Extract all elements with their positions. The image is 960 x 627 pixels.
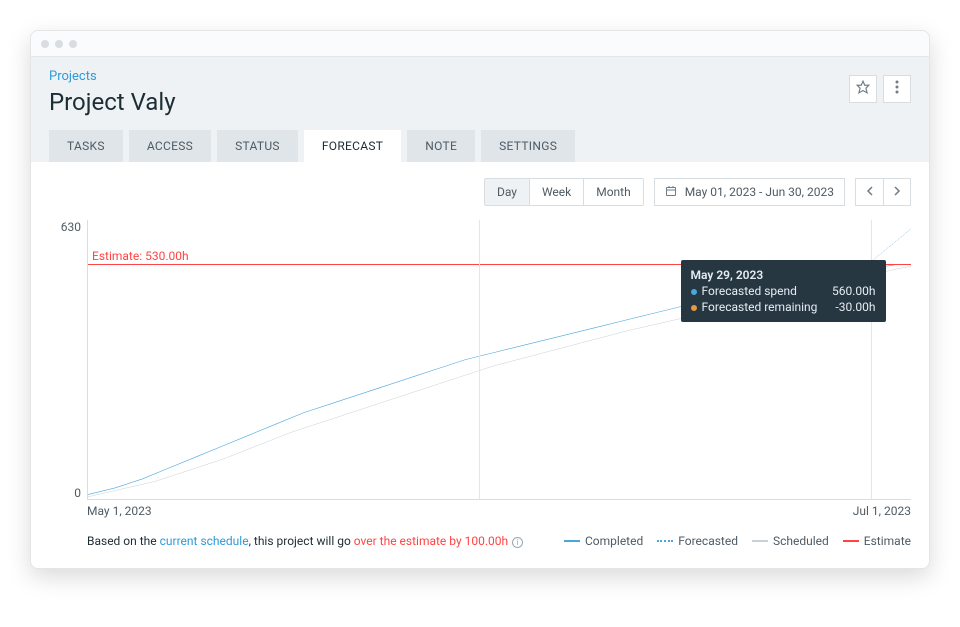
granularity-week[interactable]: Week (530, 179, 584, 205)
current-schedule-link[interactable]: current schedule (160, 534, 249, 548)
page-header: Projects Project Valy (31, 57, 929, 130)
prev-range-button[interactable] (855, 178, 883, 206)
tooltip-row-value: -30.00h (835, 300, 875, 314)
estimate-label: Estimate: 530.00h (92, 249, 189, 265)
tooltip-dot-icon (691, 289, 697, 295)
date-range-label: May 01, 2023 - Jun 30, 2023 (685, 185, 834, 199)
chart-legend: Completed Forecasted Scheduled Estimate (564, 534, 911, 548)
tooltip-row-label: Forecasted remaining (702, 300, 818, 314)
app-window: Projects Project Valy TASKS ACCESS STATU… (30, 30, 930, 569)
chart-center-gridline (479, 220, 480, 499)
chart-footer: Based on the current schedule, this proj… (87, 534, 911, 548)
tab-settings[interactable]: SETTINGS (481, 130, 575, 162)
info-icon[interactable]: i (512, 537, 523, 548)
tab-tasks[interactable]: TASKS (49, 130, 123, 162)
next-range-button[interactable] (883, 178, 911, 206)
tab-bar: TASKS ACCESS STATUS FORECAST NOTE SETTIN… (31, 130, 929, 162)
tooltip-date: May 29, 2023 (691, 268, 876, 282)
tooltip-row-value: 560.00h (832, 284, 876, 298)
tooltip-row: Forecasted remaining -30.00h (691, 300, 876, 314)
tooltip-dot-icon (691, 305, 697, 311)
x-axis: May 1, 2023 Jul 1, 2023 (87, 500, 911, 518)
tab-access[interactable]: ACCESS (129, 130, 211, 162)
tab-content: Day Week Month May 01, 2023 - Jun 30, 20… (31, 162, 929, 568)
chevron-right-icon (893, 185, 901, 200)
legend-completed: Completed (564, 534, 643, 548)
forecast-message: Based on the current schedule, this proj… (87, 534, 523, 548)
granularity-month[interactable]: Month (584, 179, 642, 205)
granularity-day[interactable]: Day (485, 179, 530, 205)
tab-status[interactable]: STATUS (217, 130, 298, 162)
y-tick-max: 630 (61, 220, 81, 234)
legend-forecasted: Forecasted (657, 534, 738, 548)
y-tick-min: 0 (74, 486, 81, 500)
legend-estimate: Estimate (843, 534, 911, 548)
x-tick-end: Jul 1, 2023 (853, 504, 911, 518)
y-axis: 630 0 (49, 220, 87, 500)
chart-toolbar: Day Week Month May 01, 2023 - Jun 30, 20… (49, 178, 911, 206)
traffic-light-dot (55, 40, 63, 48)
tooltip-row-label: Forecasted spend (702, 284, 797, 298)
traffic-light-dot (41, 40, 49, 48)
legend-scheduled: Scheduled (752, 534, 829, 548)
tab-note[interactable]: NOTE (407, 130, 475, 162)
traffic-light-dot (69, 40, 77, 48)
calendar-icon (665, 185, 677, 200)
granularity-segment: Day Week Month (484, 178, 644, 206)
chart-tooltip: May 29, 2023 Forecasted spend 560.00h Fo… (681, 260, 886, 322)
chevron-left-icon (866, 185, 874, 200)
x-tick-start: May 1, 2023 (87, 504, 152, 518)
more-button[interactable] (883, 75, 911, 103)
over-estimate-text: over the estimate by 100.00h (354, 534, 508, 548)
page-title: Project Valy (49, 88, 176, 116)
window-titlebar (31, 31, 929, 57)
date-range-picker[interactable]: May 01, 2023 - Jun 30, 2023 (654, 178, 845, 206)
kebab-icon (895, 80, 899, 98)
chart-area: 630 0 Estimate: 530.00h May 29, 2023 For… (49, 220, 911, 500)
star-icon (856, 80, 870, 98)
breadcrumb-link[interactable]: Projects (49, 69, 176, 84)
tooltip-row: Forecasted spend 560.00h (691, 284, 876, 298)
chart-plot[interactable]: Estimate: 530.00h May 29, 2023 Forecaste… (87, 220, 911, 500)
favorite-button[interactable] (849, 75, 877, 103)
tab-forecast[interactable]: FORECAST (304, 130, 401, 162)
